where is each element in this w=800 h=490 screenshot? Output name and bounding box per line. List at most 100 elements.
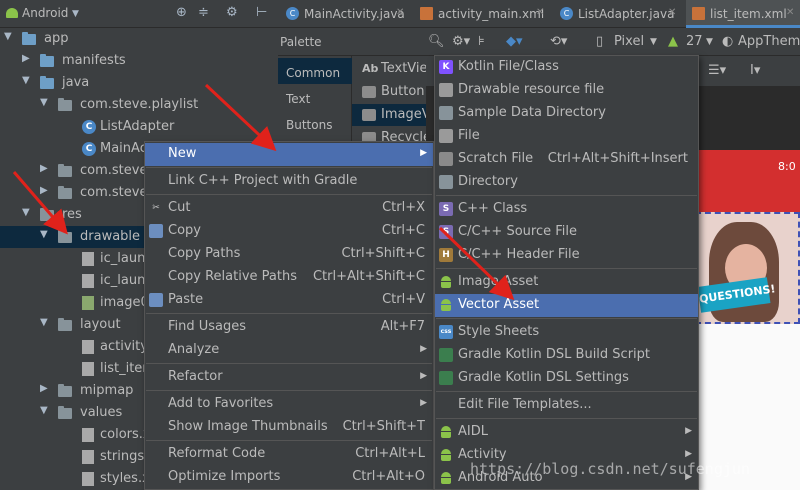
menu-item[interactable]: Refactor ▶ — [145, 366, 433, 389]
submenu-item[interactable]: Sample Data Directory — [435, 102, 698, 125]
tree-item[interactable]: ▼ app — [0, 28, 278, 50]
submenu-item[interactable]: Gradle Kotlin DSL Settings — [435, 367, 698, 390]
menu-item-shortcut: Ctrl+V — [382, 292, 425, 307]
submenu-item[interactable]: S C/C++ Source File — [435, 221, 698, 244]
tab-label: activity_main.xml — [438, 7, 545, 21]
menu-item[interactable]: Analyze ▶ — [145, 339, 433, 362]
submenu-item[interactable]: Vector Asset — [435, 294, 698, 317]
menu-item[interactable]: Optimize Imports Ctrl+Alt+O — [145, 466, 433, 489]
gear-icon[interactable]: ⚙ — [226, 5, 238, 20]
phone-status-time: 8:0 — [778, 160, 796, 173]
pin-icon[interactable]: ⊧ — [478, 34, 485, 49]
menu-item[interactable]: Copy Ctrl+C — [145, 220, 433, 243]
collapse-arrow-icon[interactable]: ▶ — [40, 383, 48, 394]
submenu-item-label: AIDL — [458, 424, 488, 439]
package-icon — [58, 98, 72, 111]
submenu-item[interactable]: S C++ Class — [435, 198, 698, 221]
menu-item[interactable]: ✂ Cut Ctrl+X — [145, 197, 433, 220]
device-selector[interactable]: Pixel — [614, 34, 644, 49]
menu-separator — [146, 313, 432, 314]
h-icon: H — [439, 248, 453, 262]
submenu-item[interactable]: Edit File Templates... — [435, 394, 698, 417]
menu-item-label: Copy Relative Paths — [168, 269, 297, 284]
image-preview[interactable]: QUESTIONS! — [695, 212, 800, 324]
submenu-item[interactable]: Directory — [435, 171, 698, 194]
expand-arrow-icon[interactable]: ▼ — [22, 75, 30, 86]
design-toolbar: 🔍︎ ⚙▾ ⊧ ◆▾ ⟲▾ ▯ Pixel ▼ ▲ 27 ▼ ◐ AppThem — [426, 28, 800, 56]
close-icon[interactable]: ✕ — [786, 7, 794, 18]
menu-item[interactable]: Link C++ Project with Gradle — [145, 170, 433, 193]
search-icon[interactable]: 🔍︎ — [428, 34, 445, 49]
collapse-icon[interactable]: ≑ — [198, 5, 209, 20]
submenu-item[interactable]: K Kotlin File/Class — [435, 56, 698, 79]
layers-icon[interactable]: ◆▾ — [506, 34, 523, 49]
expand-arrow-icon[interactable]: ▼ — [22, 207, 30, 218]
tab-2[interactable]: activity_main.xml ✕ — [414, 0, 550, 28]
tree-item[interactable]: ▼ java — [0, 72, 278, 94]
expand-arrow-icon[interactable]: ▼ — [4, 31, 12, 42]
hide-panel-icon[interactable]: ⊢ — [256, 5, 267, 20]
api-level-selector[interactable]: 27 — [686, 34, 703, 49]
folder-icon — [22, 32, 36, 45]
tab-1[interactable]: C MainActivity.java ✕ — [280, 0, 410, 28]
submenu-item[interactable]: AIDL ▶ — [435, 421, 698, 444]
palette-item[interactable]: ImageVie — [352, 104, 426, 126]
sync-icon[interactable]: ⊕ — [176, 5, 187, 20]
cut-icon: ✂ — [152, 203, 160, 213]
gear-icon[interactable]: ⚙▾ — [452, 34, 470, 49]
align-icon[interactable]: ☰▾ — [708, 63, 726, 78]
menu-item[interactable]: Add to Favorites ▶ — [145, 393, 433, 416]
palette-category[interactable]: Common — [278, 58, 352, 84]
menu-item[interactable]: Find Usages Alt+F7 — [145, 316, 433, 339]
close-icon[interactable]: ✕ — [668, 7, 676, 18]
submenu-item[interactable]: Gradle Kotlin DSL Build Script — [435, 344, 698, 367]
menu-item[interactable]: Show Image Thumbnails Ctrl+Shift+T — [145, 416, 433, 439]
collapse-arrow-icon[interactable]: ▶ — [40, 163, 48, 174]
menu-item[interactable]: New ▶ — [145, 143, 433, 166]
theme-selector[interactable]: AppThem — [738, 34, 800, 49]
submenu-item[interactable]: H C/C++ Header File — [435, 244, 698, 267]
expand-arrow-icon[interactable]: ▼ — [40, 405, 48, 416]
submenu-item[interactable]: File — [435, 125, 698, 148]
submenu-item[interactable]: Drawable resource file — [435, 79, 698, 102]
submenu-arrow-icon: ▶ — [420, 344, 427, 354]
submenu-item-label: Gradle Kotlin DSL Build Script — [458, 347, 651, 362]
submenu-item[interactable]: Image Asset — [435, 271, 698, 294]
class-icon: C — [560, 7, 573, 20]
menu-item[interactable]: Copy Relative Paths Ctrl+Alt+Shift+C — [145, 266, 433, 289]
palette-item[interactable]: Button — [352, 81, 426, 103]
tree-item[interactable]: ▶ manifests — [0, 50, 278, 72]
expand-arrow-icon[interactable]: ▼ — [40, 229, 48, 240]
css-icon: css — [439, 325, 453, 339]
palette-item[interactable]: AbTextView — [352, 58, 426, 80]
submenu-item[interactable]: css Style Sheets — [435, 321, 698, 344]
menu-item[interactable]: Reformat Code Ctrl+Alt+L — [145, 443, 433, 466]
chevron-down-icon[interactable]: ▼ — [72, 9, 79, 19]
android-icon — [440, 299, 452, 311]
palette-category[interactable]: Text — [278, 84, 352, 110]
close-icon[interactable]: ✕ — [536, 7, 544, 18]
collapse-arrow-icon[interactable]: ▶ — [40, 185, 48, 196]
expand-arrow-icon[interactable]: ▼ — [40, 97, 48, 108]
expand-arrow-icon[interactable]: ▼ — [40, 317, 48, 328]
submenu-item[interactable]: Scratch File Ctrl+Alt+Shift+Insert — [435, 148, 698, 171]
tree-item-label: com.steve — [80, 163, 148, 178]
tree-item-label: MainAc — [100, 141, 147, 156]
tree-item[interactable]: ▼ com.steve.playlist — [0, 94, 278, 116]
menu-item-label: Copy — [168, 223, 201, 238]
tab-3[interactable]: C ListAdapter.java ✕ — [554, 0, 682, 28]
tree-item[interactable]: C ListAdapter — [0, 116, 278, 138]
android-icon — [440, 449, 452, 461]
folder-icon — [40, 76, 54, 89]
menu-item[interactable]: Paste Ctrl+V — [145, 289, 433, 312]
tab-4[interactable]: list_item.xml ✕ — [686, 0, 800, 28]
orientation-icon[interactable]: ⟲▾ — [550, 34, 567, 49]
collapse-arrow-icon[interactable]: ▶ — [22, 53, 30, 64]
project-view-selector[interactable]: Android — [22, 6, 68, 20]
text-align-icon[interactable]: I▾ — [750, 63, 760, 78]
submenu-item-label: Gradle Kotlin DSL Settings — [458, 370, 629, 385]
menu-item[interactable]: Copy Paths Ctrl+Shift+C — [145, 243, 433, 266]
palette-category[interactable]: Buttons — [278, 110, 352, 136]
submenu-item-label: Directory — [458, 174, 518, 189]
close-icon[interactable]: ✕ — [396, 7, 404, 18]
